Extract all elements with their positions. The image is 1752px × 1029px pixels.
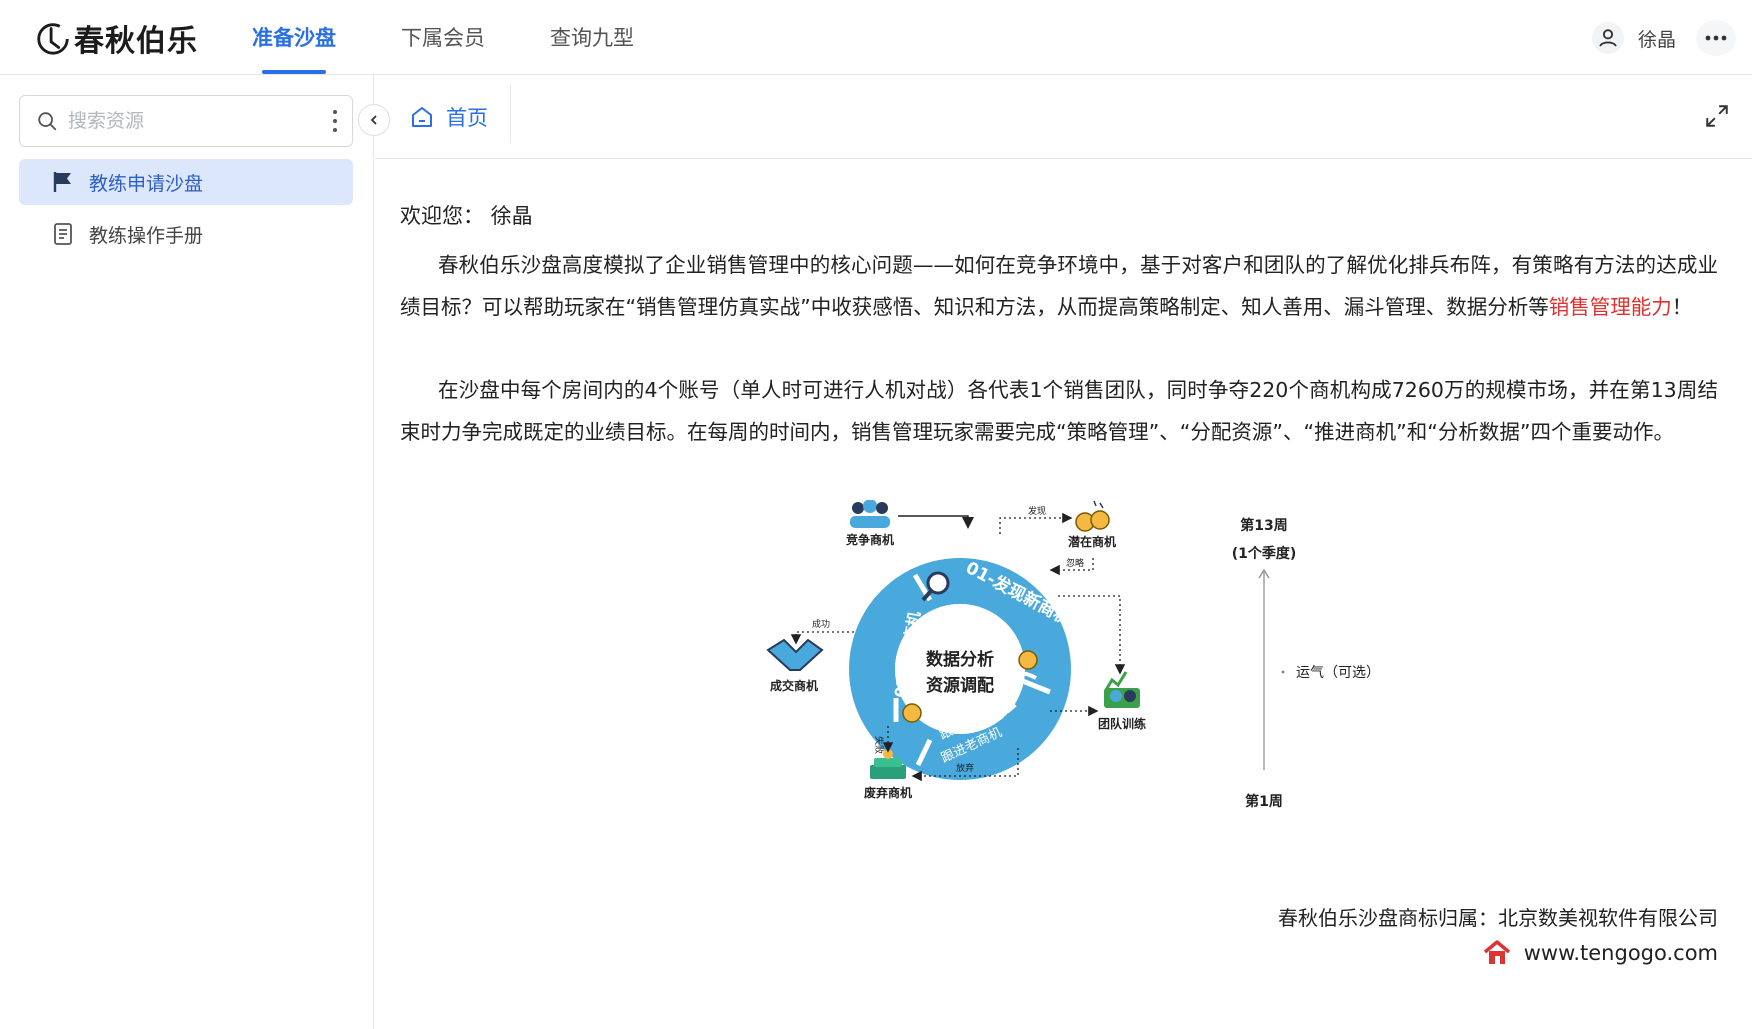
tab-home[interactable]: 首页	[410, 97, 488, 137]
home-icon	[412, 107, 432, 127]
user-name: 徐晶	[1637, 28, 1676, 51]
nav-tab-label: 查询九型	[550, 26, 634, 50]
center-label-2: 资源调配	[926, 675, 994, 696]
logo-icon	[37, 23, 69, 55]
house-icon	[1483, 940, 1510, 964]
node-team-label: 团队训练	[1098, 716, 1146, 731]
collapse-sidebar-button[interactable]	[358, 104, 390, 136]
page-tab-strip: 首页	[375, 75, 1752, 159]
edge-discover-label: 发现	[1028, 505, 1046, 517]
user-icon	[1591, 22, 1624, 54]
nav-tab-members[interactable]: 下属会员	[401, 22, 485, 74]
more-options-button[interactable]	[1696, 20, 1736, 56]
nav-tab-label: 下属会员	[401, 26, 485, 50]
sandbox-flow-diagram: 数据分析 资源调配 01-发现新商机 02 跟进新商机 跟进老商机 03-推进商…	[766, 500, 1380, 810]
fullscreen-icon[interactable]	[1704, 103, 1730, 129]
app-window: 春秋伯乐 准备沙盘 下属会员 查询九型 徐晶 搜索资源 教练申请沙盘 教练操作手…	[0, 0, 1752, 1029]
center-label-1: 数据分析	[926, 649, 994, 670]
node-potential-label: 潜在商机	[1068, 534, 1116, 549]
intro-paragraph-2: 在沙盘中每个房间内的4个账号（单人时可进行人机对战）各代表1个销售团队，同时争夺…	[400, 378, 1718, 444]
user-menu[interactable]: 徐晶	[1591, 22, 1676, 54]
timeline-top-sublabel: (1个季度)	[1232, 545, 1297, 562]
website-url: www.tengogo.com	[1523, 941, 1718, 965]
tab-divider	[510, 85, 511, 143]
sidebar-item-label: 教练申请沙盘	[89, 172, 204, 195]
welcome-text: 欢迎您： 徐晶	[400, 204, 533, 228]
timeline-top-label: 第13周	[1240, 517, 1287, 534]
timeline-bottom-label: 第1周	[1245, 793, 1283, 810]
para1-end: ！	[1671, 294, 1693, 319]
edge-fail-label: 失败	[873, 736, 885, 754]
trademark-note: 春秋伯乐沙盘商标归属：北京数美视软件有限公司	[1278, 906, 1718, 930]
search-input[interactable]	[68, 110, 308, 132]
node-compete-label: 竞争商机	[846, 532, 894, 547]
nav-tab-query-enneagram[interactable]: 查询九型	[550, 22, 634, 74]
tab-label: 首页	[446, 106, 488, 130]
team-training-icon	[1104, 671, 1140, 708]
competitor-people-icon	[850, 500, 890, 528]
sidebar-item-coach-manual[interactable]: 教练操作手册	[19, 211, 353, 257]
para1-text: 春秋伯乐沙盘高度模拟了企业销售管理中的核心问题——如何在竞争环境中，基于对客户和…	[400, 253, 1718, 319]
edge-ignore-label: 忽略	[1066, 557, 1084, 569]
chevron-left-icon	[370, 115, 377, 125]
document-icon	[54, 223, 72, 245]
intro-paragraph-1: 春秋伯乐沙盘高度模拟了企业销售管理中的核心问题——如何在竞争环境中，基于对客户和…	[400, 245, 1718, 328]
node-deal-label: 成交商机	[770, 678, 818, 693]
kebab-menu-icon[interactable]	[332, 109, 338, 133]
website-link[interactable]: www.tengogo.com	[1482, 938, 1718, 968]
app-logo[interactable]: 春秋伯乐	[34, 16, 198, 60]
sidebar-item-coach-apply-sandbox[interactable]: 教练申请沙盘	[19, 159, 353, 205]
search-box	[19, 95, 353, 147]
nav-tab-prepare-sandbox[interactable]: 准备沙盘	[252, 22, 336, 74]
search-icon	[38, 112, 57, 131]
handshake-icon	[766, 638, 824, 671]
luck-label: 运气（可选）	[1296, 665, 1380, 681]
nav-tab-label: 准备沙盘	[252, 26, 336, 50]
highlight-text: 销售管理能力	[1548, 294, 1672, 319]
sidebar: 教练申请沙盘 教练操作手册	[0, 75, 374, 1029]
logo-text: 春秋伯乐	[74, 24, 198, 59]
edge-giveup-label: 放弃	[956, 762, 974, 774]
top-navbar: 春秋伯乐 准备沙盘 下属会员 查询九型 徐晶	[0, 0, 1752, 75]
ellipsis-icon	[1705, 35, 1727, 41]
edge-success-label: 成功	[812, 618, 830, 630]
coins-icon	[1075, 500, 1110, 532]
node-abandon-label: 废弃商机	[864, 785, 912, 800]
sidebar-item-label: 教练操作手册	[89, 224, 204, 247]
flag-icon	[53, 172, 71, 192]
